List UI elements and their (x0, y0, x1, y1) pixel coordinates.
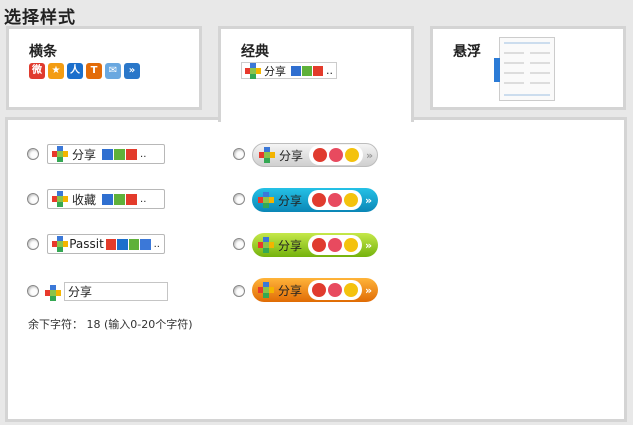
windows-icon (102, 148, 114, 160)
tab-hengtiao[interactable]: 横条 微 ★ 人 T ✉ » (6, 26, 202, 110)
style-radio-right-2[interactable] (233, 193, 245, 205)
star-icon (344, 283, 359, 297)
weibo-icon (312, 283, 327, 297)
option-label: 分享 (278, 193, 303, 208)
option-label: 分享 (279, 148, 304, 163)
kaixin-icon (126, 193, 138, 205)
ribbon-icon (328, 238, 343, 252)
kaixin-icon (313, 65, 323, 76)
windows-icon (102, 193, 114, 205)
float-preview-row (530, 82, 550, 84)
renren-icon (117, 238, 128, 250)
msn-icon (114, 193, 126, 205)
share-plus-icon (258, 192, 274, 208)
more-dots: .. (153, 238, 160, 250)
hengtiao-icon-row: 微 ★ 人 T ✉ » (29, 63, 140, 79)
float-preview-row (504, 62, 524, 64)
star-icon (345, 148, 360, 162)
style-option-favorite[interactable]: 收藏 .. (47, 189, 165, 209)
google-icon (140, 238, 151, 250)
style-radio-left-3[interactable] (27, 238, 39, 250)
style-radio-right-4[interactable] (233, 285, 245, 297)
float-preview-row (504, 94, 550, 96)
share-plus-icon (52, 236, 68, 252)
style-option-pill-green[interactable]: 分享 » (252, 233, 378, 257)
style-option-pill-gray[interactable]: 分享 » (252, 143, 378, 167)
tab-jingdian[interactable]: 经典 分享 .. (218, 26, 414, 122)
share-plus-icon (52, 146, 68, 162)
style-option-passit[interactable]: Passit .. (47, 234, 165, 254)
more-dots: .. (326, 64, 333, 77)
msn-icon (114, 148, 126, 160)
style-option-share-classic[interactable]: 分享 .. (47, 144, 165, 164)
pill-icon-group (308, 235, 363, 255)
pill-icon-group (308, 280, 363, 300)
weibo-icon: 微 (29, 63, 45, 79)
renren-icon: 人 (67, 63, 83, 79)
msn-icon (128, 238, 140, 250)
style-option-pill-blue[interactable]: 分享 » (252, 188, 378, 212)
style-radio-left-4[interactable] (27, 285, 39, 297)
ribbon-icon (329, 148, 344, 162)
more-icon: » (124, 63, 140, 79)
more-arrow-icon: » (365, 193, 373, 207)
share-plus-icon (258, 237, 274, 253)
classic-preview: 分享 .. (241, 62, 337, 79)
more-dots: .. (140, 148, 147, 160)
style-radio-left-2[interactable] (27, 193, 39, 205)
share-plus-icon (258, 282, 274, 298)
float-preview-row (504, 52, 524, 54)
star-icon (344, 193, 359, 207)
page-title: 选择样式 (4, 8, 76, 28)
pill-icon-group (308, 190, 363, 210)
tab-jingdian-label: 经典 (241, 44, 269, 60)
share-plus-standalone (45, 282, 61, 301)
float-preview-row (504, 42, 550, 44)
style-radio-right-3[interactable] (233, 238, 245, 250)
option-label: Passit (69, 237, 104, 251)
more-arrow-icon: » (366, 148, 374, 162)
tab-hengtiao-label: 横条 (29, 44, 57, 60)
ribbon-icon (328, 193, 343, 207)
msn-icon (302, 65, 312, 76)
float-preview-row (530, 52, 550, 54)
tieba-icon: T (86, 63, 102, 79)
windows-icon (291, 65, 301, 76)
style-radio-left-1[interactable] (27, 148, 39, 160)
tab-xuanfu-label: 悬浮 (453, 44, 481, 60)
kaixin-icon (105, 238, 117, 250)
remaining-chars-hint: 余下字符： 18 (输入0-20个字符) (28, 318, 193, 331)
more-arrow-icon: » (365, 283, 373, 297)
float-preview-row (504, 72, 524, 74)
float-preview-row (530, 72, 550, 74)
float-preview-row (504, 82, 524, 84)
email-icon: ✉ (105, 63, 121, 79)
weibo-icon (313, 148, 328, 162)
option-label: 分享 (72, 147, 97, 162)
weibo-icon (312, 238, 327, 252)
tab-xuanfu[interactable]: 悬浮 (430, 26, 626, 110)
option-label: 分享 (278, 283, 303, 298)
share-plus-icon (259, 147, 275, 163)
float-preview-row (530, 62, 550, 64)
ribbon-icon (328, 283, 343, 297)
style-option-pill-orange[interactable]: 分享 » (252, 278, 378, 302)
more-dots: .. (140, 193, 147, 205)
pill-icon-group (309, 145, 364, 165)
float-preview-sidebar (494, 58, 500, 82)
share-plus-icon (52, 191, 68, 207)
kaixin-icon (126, 148, 138, 160)
weibo-icon (312, 193, 327, 207)
share-plus-icon (245, 62, 261, 79)
option-label: 分享 (278, 238, 303, 253)
star-icon (344, 238, 359, 252)
share-label-input[interactable] (64, 282, 168, 301)
option-label: 收藏 (72, 192, 97, 207)
share-plus-icon (45, 284, 61, 301)
more-arrow-icon: » (365, 238, 373, 252)
float-preview-thumbnail (494, 37, 555, 101)
classic-preview-label: 分享 (264, 64, 286, 78)
star-icon: ★ (48, 63, 64, 79)
style-radio-right-1[interactable] (233, 148, 245, 160)
